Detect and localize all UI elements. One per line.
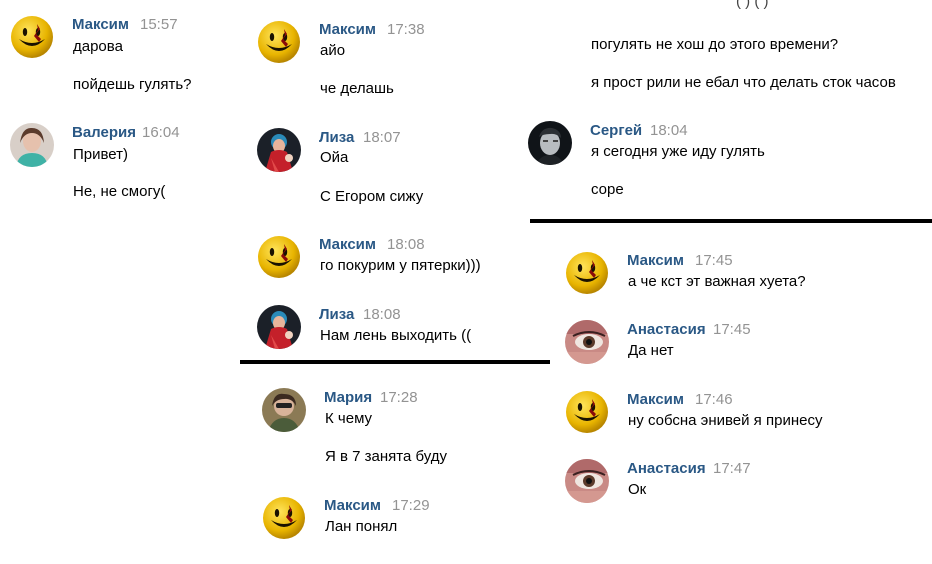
avatar-valeria-photo[interactable] <box>10 123 54 167</box>
message-text: я прост рили не ебал что делать сток час… <box>591 74 896 91</box>
author-name[interactable]: Валерия <box>72 124 136 141</box>
author-name[interactable]: Сергей <box>590 122 642 139</box>
message-time[interactable]: 17:28 <box>380 389 418 406</box>
section-divider <box>240 360 550 364</box>
message-text: Я в 7 занята буду <box>325 448 447 465</box>
message-time[interactable]: 17:38 <box>387 21 425 38</box>
avatar-smiley-icon[interactable] <box>262 496 306 540</box>
author-name[interactable]: Максим <box>319 236 376 253</box>
author-name[interactable]: Лиза <box>319 129 354 146</box>
message-time[interactable]: 17:47 <box>713 460 751 477</box>
message-sergey-1804: Сергей 18:04 я сегодня уже иду гулять со… <box>528 121 828 211</box>
message-maria-1728: Мария 17:28 К чему Я в 7 занята буду <box>262 388 522 478</box>
message-text: Ок <box>628 481 647 498</box>
author-name[interactable]: Лиза <box>319 306 354 323</box>
message-time[interactable]: 16:04 <box>142 124 180 141</box>
message-anastasia-1745: Анастасия 17:45 Да нет <box>565 320 865 370</box>
message-time[interactable]: 18:08 <box>387 236 425 253</box>
avatar-smiley-icon[interactable] <box>565 390 609 434</box>
author-name[interactable]: Максим <box>627 252 684 269</box>
message-text: я сегодня уже иду гулять <box>591 143 765 160</box>
avatar-liza-photo[interactable] <box>257 128 301 172</box>
message-time[interactable]: 17:45 <box>695 252 733 269</box>
avatar-maria-photo[interactable] <box>262 388 306 432</box>
message-text: дарова <box>73 38 123 55</box>
message-text: айо <box>320 42 346 59</box>
message-text: Лан понял <box>325 518 398 535</box>
message-text: го покурим у пятерки))) <box>320 257 481 274</box>
avatar-anastasia-photo[interactable] <box>565 320 609 364</box>
section-divider <box>530 219 932 223</box>
message-text: К чему <box>325 410 373 427</box>
avatar-liza-photo[interactable] <box>257 305 301 349</box>
message-anastasia-1747: Анастасия 17:47 Ок <box>565 459 865 509</box>
message-text: погулять не хош до этого времени? <box>591 36 839 53</box>
message-text: С Егором сижу <box>320 188 424 205</box>
message-text: Нам лень выходить (( <box>320 327 472 344</box>
message-text: Ойа <box>320 149 349 166</box>
cut-off-line: ( ) ( ) <box>736 0 769 10</box>
avatar-smiley-icon[interactable] <box>565 251 609 295</box>
message-time[interactable]: 18:04 <box>650 122 688 139</box>
message-text: Не, не смогу( <box>73 183 166 200</box>
message-liza-1807: Лиза 18:07 Ойа С Егором сижу <box>257 128 517 218</box>
avatar-sergey-photo[interactable] <box>528 121 572 165</box>
author-name[interactable]: Анастасия <box>627 321 706 338</box>
message-liza-1808: Лиза 18:08 Нам лень выходить (( <box>257 305 517 355</box>
message-time[interactable]: 17:46 <box>695 391 733 408</box>
avatar-smiley-icon[interactable] <box>257 235 301 279</box>
author-name[interactable]: Максим <box>72 16 129 33</box>
message-maksim-1738: Максим 17:38 айо че делашь <box>257 20 517 110</box>
author-name[interactable]: Максим <box>319 21 376 38</box>
message-text: соре <box>591 181 624 198</box>
message-text: ну собсна энивей я принесу <box>628 412 823 429</box>
message-time[interactable]: 17:45 <box>713 321 751 338</box>
message-maksim-1746: Максим 17:46 ну собсна энивей я принесу <box>565 390 865 440</box>
avatar-anastasia-photo[interactable] <box>565 459 609 503</box>
message-maksim-1808: Максим 18:08 го покурим у пятерки))) <box>257 235 517 285</box>
message-text: а че кст эт важная хуета? <box>628 273 806 290</box>
author-name[interactable]: Максим <box>324 497 381 514</box>
message-text: че делашь <box>320 80 394 97</box>
message-maksim-1729: Максим 17:29 Лан понял <box>262 496 522 546</box>
avatar-smiley-icon[interactable] <box>257 20 301 64</box>
message-time[interactable]: 15:57 <box>140 16 178 33</box>
author-name[interactable]: Анастасия <box>627 460 706 477</box>
avatar-smiley-icon[interactable] <box>10 15 54 59</box>
message-time[interactable]: 18:08 <box>363 306 401 323</box>
message-maksim-1745: Максим 17:45 а че кст эт важная хуета? <box>565 251 865 301</box>
message-text: пойдешь гулять? <box>73 76 192 93</box>
message-text: Привет) <box>73 146 129 163</box>
message-time[interactable]: 18:07 <box>363 129 401 146</box>
author-name[interactable]: Максим <box>627 391 684 408</box>
message-time[interactable]: 17:29 <box>392 497 430 514</box>
message-text: Да нет <box>628 342 674 359</box>
author-name[interactable]: Мария <box>324 389 372 406</box>
message-valeria-1604: Валерия 16:04 Привет) Не, не смогу( <box>10 123 230 213</box>
message-maksim-1557: Максим 15:57 дарова пойдешь гулять? <box>10 15 230 105</box>
